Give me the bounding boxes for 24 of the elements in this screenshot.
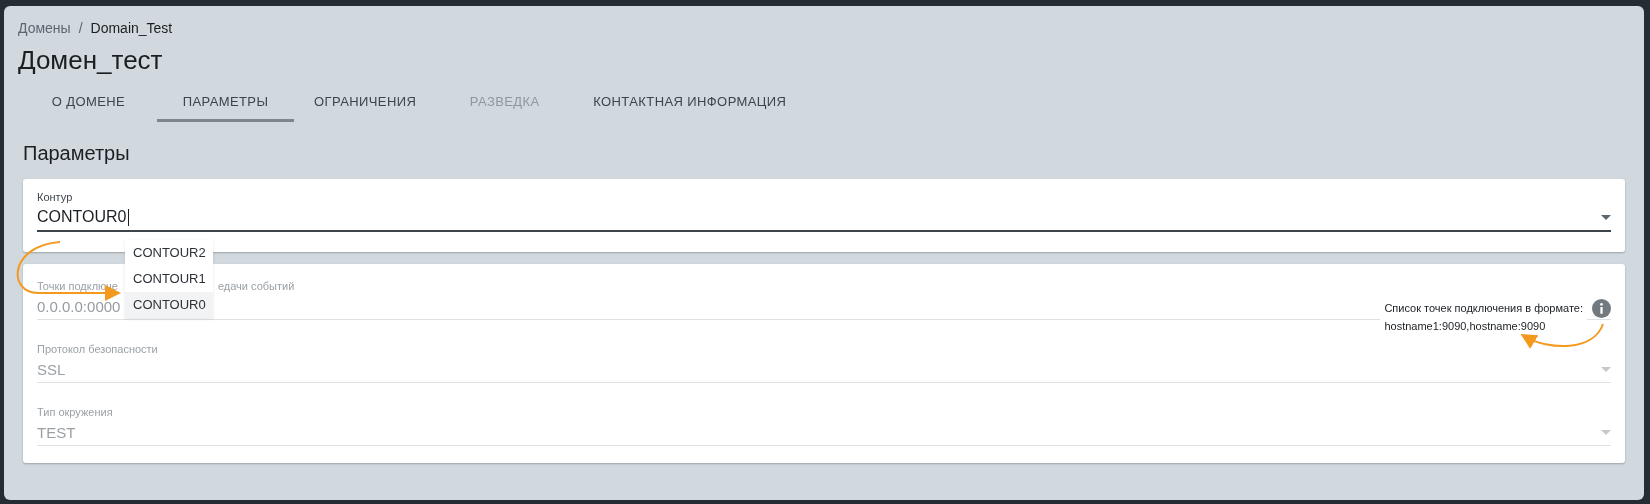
menu-item[interactable]: CONTOUR0 bbox=[125, 292, 213, 318]
page-title: Домен_тест bbox=[18, 44, 164, 76]
info-icon[interactable] bbox=[1592, 299, 1611, 319]
field-label: Точки подключе bbox=[37, 280, 118, 293]
tab[interactable]: ОГРАНИЧЕНИЯ bbox=[294, 86, 437, 122]
select-value: CONTOUR0 bbox=[37, 208, 129, 227]
input-field[interactable]: 0.0.0.0:0000 bbox=[37, 298, 121, 316]
menu-item[interactable]: CONTOUR1 bbox=[125, 266, 213, 292]
breadcrumb-separator: / bbox=[78, 20, 83, 36]
dropdown-caret-icon[interactable] bbox=[1601, 214, 1611, 220]
tab[interactable]: ПАРАМЕТРЫ bbox=[157, 86, 294, 122]
field-label: Протокол безопасности bbox=[37, 343, 159, 356]
field-label: Тип окружения bbox=[37, 406, 114, 419]
field-label: Контур bbox=[37, 191, 74, 203]
tab[interactable]: КОНТАКТНАЯ ИНФОРМАЦИЯ bbox=[573, 86, 807, 122]
field-label: едачи событий bbox=[217, 280, 295, 293]
select-value: SSL bbox=[37, 361, 66, 379]
contour-select[interactable]: CONTOUR0 bbox=[37, 203, 1611, 233]
select-value: TEST bbox=[37, 424, 76, 442]
menu-item[interactable]: CONTOUR2 bbox=[125, 240, 213, 266]
breadcrumb-link[interactable]: Домены bbox=[18, 20, 71, 36]
breadcrumb-current: Domain_Test bbox=[90, 20, 173, 36]
tab[interactable]: О ДОМЕНЕ bbox=[20, 86, 157, 122]
section-title: Параметры bbox=[23, 142, 131, 165]
